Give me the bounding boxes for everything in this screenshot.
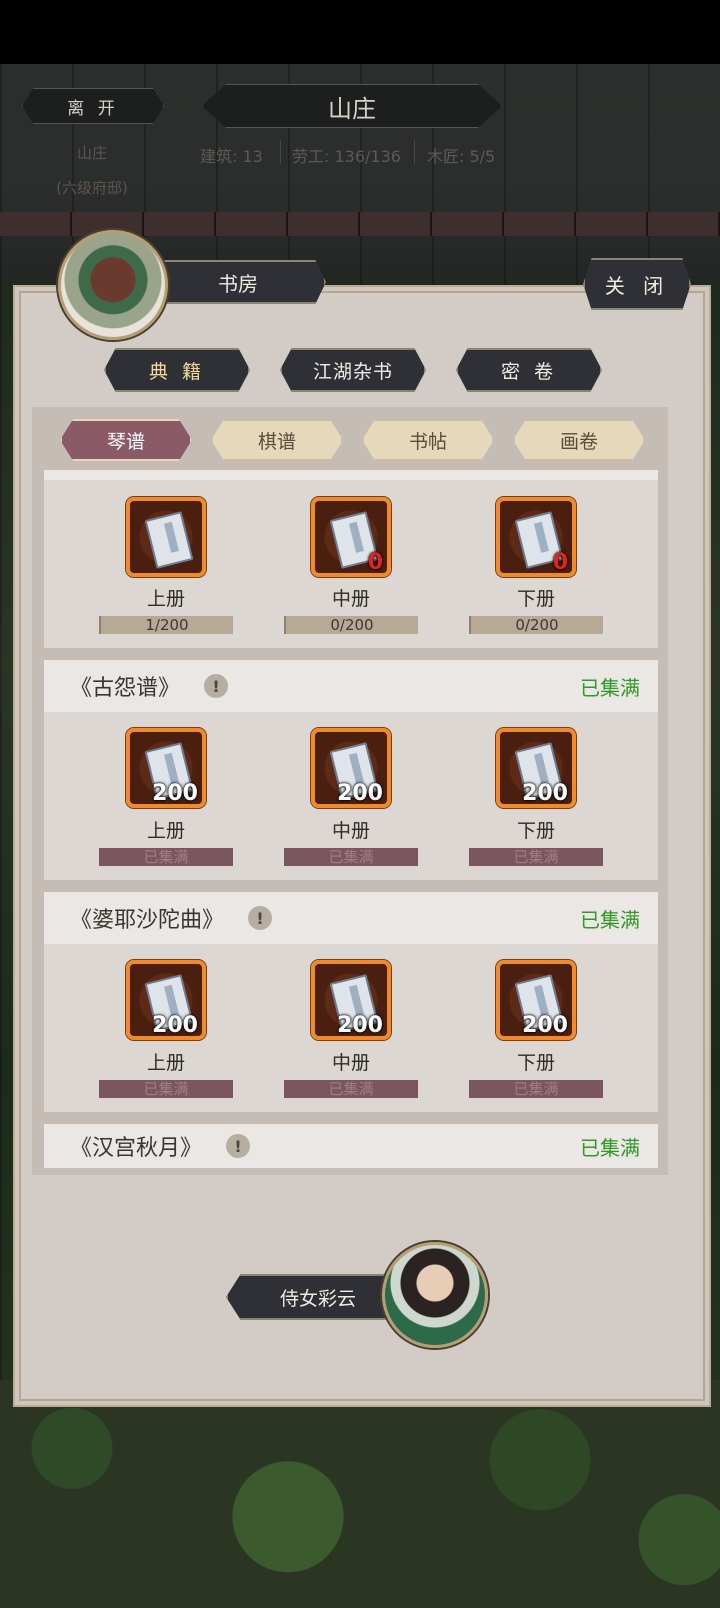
info-icon[interactable]: ! bbox=[248, 906, 273, 930]
maid-portrait[interactable] bbox=[382, 1242, 488, 1348]
stat-buildings: 建筑: 13 bbox=[200, 147, 263, 166]
volume-count: 200 bbox=[152, 781, 198, 806]
card-head bbox=[44, 470, 658, 480]
book-icon bbox=[144, 511, 194, 569]
info-icon[interactable]: ! bbox=[204, 674, 229, 698]
volume-label: 上册 bbox=[146, 820, 185, 842]
stat-divider bbox=[414, 140, 415, 164]
category-classics[interactable]: 典 籍 bbox=[104, 348, 250, 392]
tab-chess-manuals[interactable]: 棋谱 bbox=[211, 419, 343, 461]
book-status: 已集满 bbox=[580, 675, 640, 700]
book-name: 《婆耶沙陀曲》 bbox=[70, 908, 225, 933]
estate-name: 山庄 bbox=[76, 144, 107, 162]
book-status: 已集满 bbox=[580, 907, 640, 932]
status-bar bbox=[0, 0, 720, 64]
category-misc-books[interactable]: 江湖杂书 bbox=[280, 348, 426, 392]
volume-icon[interactable]: 200 bbox=[496, 960, 576, 1040]
estate-rank: (六级府邸) bbox=[56, 179, 128, 197]
stat-laborers: 劳工: 136/136 bbox=[292, 147, 401, 166]
volume-count: 200 bbox=[337, 1013, 383, 1038]
estate-title: 山庄 bbox=[202, 84, 502, 128]
volume-count: 0 bbox=[552, 550, 568, 575]
volume-icon[interactable] bbox=[126, 497, 206, 577]
book-status: 已集满 bbox=[580, 1135, 640, 1160]
progress-bar: 已集满 bbox=[284, 848, 418, 866]
tab-qin-scores[interactable]: 琴谱 bbox=[60, 419, 192, 461]
volume-count: 200 bbox=[522, 1013, 568, 1038]
progress-bar: 已集满 bbox=[469, 1080, 603, 1098]
volume-label: 下册 bbox=[516, 1052, 555, 1074]
tab-calligraphy[interactable]: 书帖 bbox=[362, 419, 494, 461]
progress-bar: 0/200 bbox=[469, 616, 603, 634]
volume-icon[interactable]: 200 bbox=[311, 728, 391, 808]
volume-label: 下册 bbox=[516, 820, 555, 842]
volume-icon[interactable]: 200 bbox=[126, 960, 206, 1040]
volume-label: 中册 bbox=[331, 1052, 370, 1074]
volume-icon[interactable]: 200 bbox=[126, 728, 206, 808]
card-head: 《婆耶沙陀曲》 ! 已集满 bbox=[44, 892, 658, 944]
leave-button[interactable]: 离 开 bbox=[22, 88, 164, 124]
progress-bar: 已集满 bbox=[99, 848, 233, 866]
stat-carpenters: 木匠: 5/5 bbox=[427, 147, 496, 166]
progress-bar: 1/200 bbox=[99, 616, 233, 634]
tab-paintings[interactable]: 画卷 bbox=[513, 419, 645, 461]
volume-icon[interactable]: 0 bbox=[311, 497, 391, 577]
stat-divider bbox=[280, 140, 281, 164]
progress-bar: 已集满 bbox=[284, 1080, 418, 1098]
volume-label: 下册 bbox=[516, 588, 555, 610]
book-card: 《汉宫秋月》 ! 已集满 bbox=[44, 1124, 658, 1168]
card-head: 《汉宫秋月》 ! 已集满 bbox=[44, 1124, 658, 1168]
volume-icon[interactable]: 200 bbox=[496, 728, 576, 808]
volume-icon[interactable]: 0 bbox=[496, 497, 576, 577]
progress-bar: 已集满 bbox=[469, 848, 603, 866]
book-name: 《古怨谱》 bbox=[70, 676, 181, 701]
volume-icon[interactable]: 200 bbox=[311, 960, 391, 1040]
study-building-icon bbox=[58, 230, 168, 340]
close-button[interactable]: 关 闭 bbox=[583, 258, 691, 310]
volume-count: 0 bbox=[367, 550, 383, 575]
category-secret-scrolls[interactable]: 密 卷 bbox=[456, 348, 602, 392]
volume-label: 中册 bbox=[331, 820, 370, 842]
garden-foliage bbox=[0, 1380, 720, 1608]
card-head: 《古怨谱》 ! 已集满 bbox=[44, 660, 658, 712]
panel-title: 书房 bbox=[150, 260, 326, 304]
volume-count: 200 bbox=[522, 781, 568, 806]
book-name: 《汉宫秋月》 bbox=[70, 1136, 203, 1161]
progress-bar: 已集满 bbox=[99, 1080, 233, 1098]
progress-bar: 0/200 bbox=[284, 616, 418, 634]
volume-count: 200 bbox=[152, 1013, 198, 1038]
volume-label: 上册 bbox=[146, 588, 185, 610]
volume-count: 200 bbox=[337, 781, 383, 806]
info-icon[interactable]: ! bbox=[226, 1134, 251, 1158]
volume-label: 上册 bbox=[146, 1052, 185, 1074]
volume-label: 中册 bbox=[331, 588, 370, 610]
